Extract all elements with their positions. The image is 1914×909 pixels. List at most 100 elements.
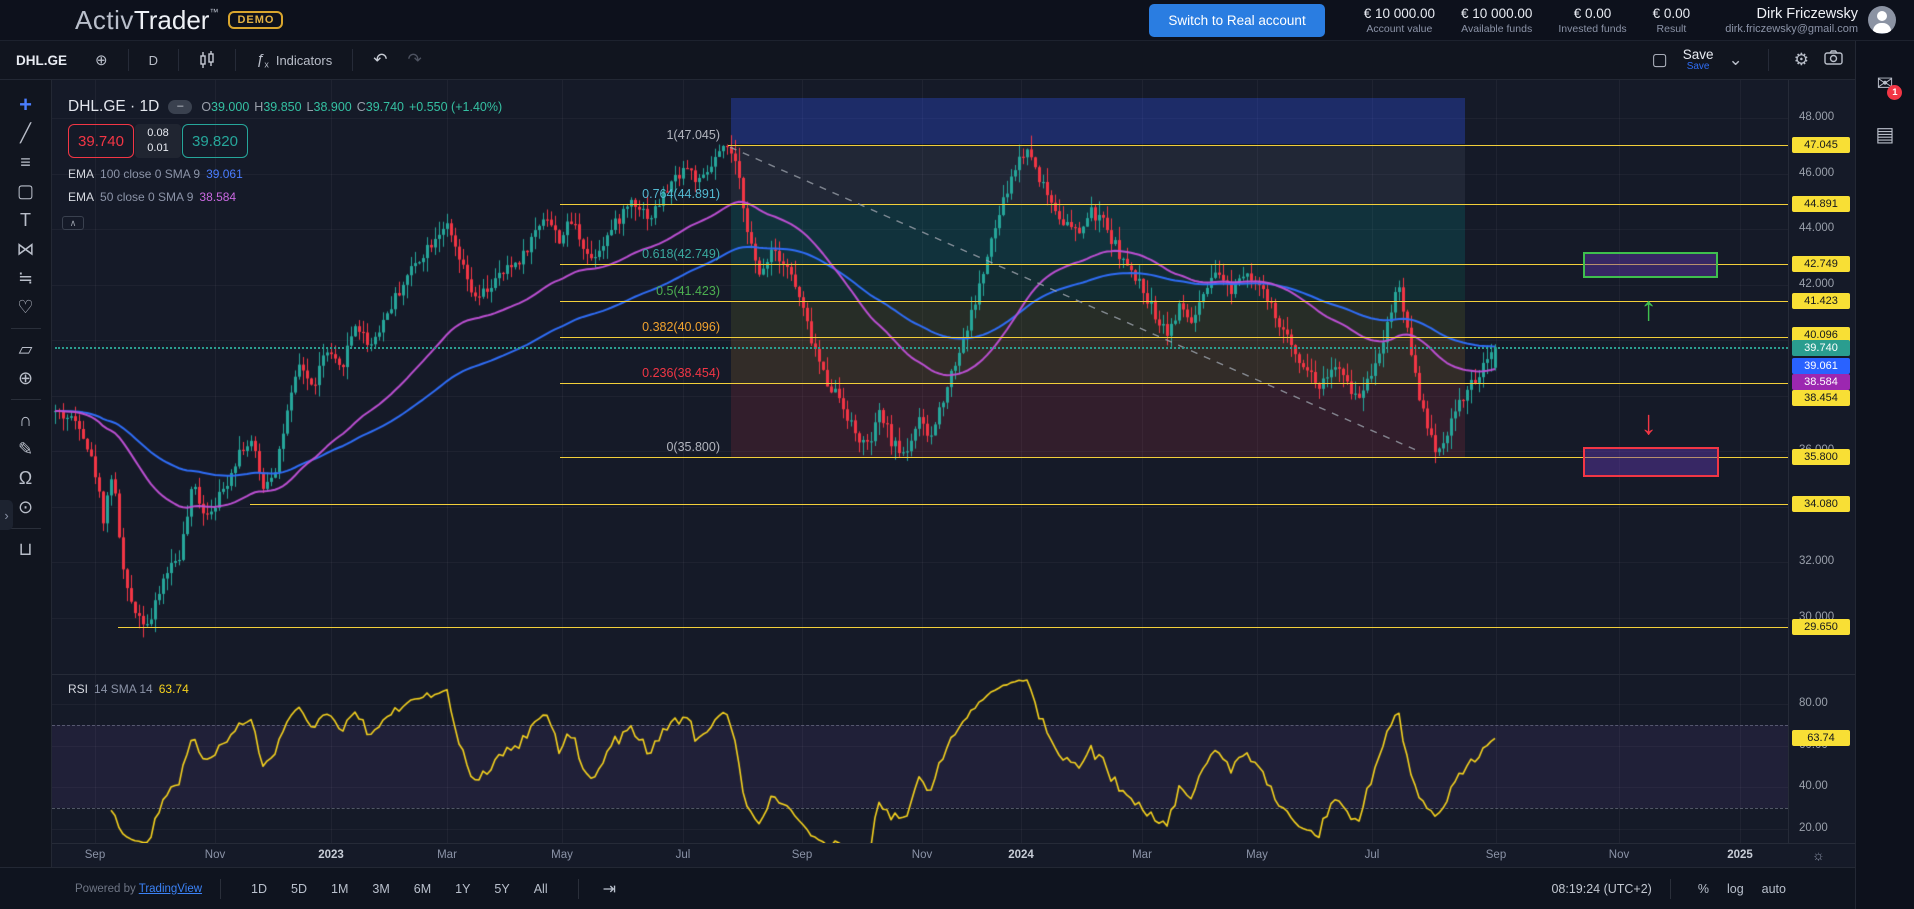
rectangle-drawing[interactable] (1583, 252, 1718, 278)
sell-bid-button[interactable]: 39.740 (68, 124, 134, 158)
price-badge: 35.800 (1792, 449, 1850, 465)
range-button-5y[interactable]: 5Y (494, 882, 509, 896)
tool-zoom-in-icon[interactable]: ⊕ (9, 364, 43, 393)
activtrader-app: ActivTrader™ DEMO Switch to Real account… (0, 0, 1914, 909)
time-axis-label: Nov (900, 849, 944, 861)
layout-select-icon[interactable]: ▢ (1652, 50, 1668, 70)
avatar[interactable] (1868, 6, 1896, 34)
rsi-pane-canvas[interactable] (52, 676, 1788, 843)
price-badge: 38.584 (1792, 374, 1850, 390)
chart-style-button[interactable] (189, 47, 225, 73)
time-axis-label: Sep (73, 849, 117, 861)
time-axis-label: 2024 (999, 849, 1043, 861)
fib-level-label: 0.382(40.096) (560, 320, 720, 334)
pane-divider[interactable] (52, 674, 1855, 675)
tool-favorites-heart-icon[interactable]: ♡ (9, 293, 43, 322)
time-axis-label: May (1235, 849, 1279, 861)
screenshot-camera-icon[interactable] (1824, 50, 1843, 70)
legend-symbol[interactable]: DHL.GE · 1D (68, 98, 159, 116)
time-axis-label: Sep (780, 849, 824, 861)
price-badge: 41.423 (1792, 293, 1850, 309)
chevron-down-icon[interactable]: ⌄ (1729, 50, 1743, 70)
demo-badge: DEMO (228, 11, 283, 29)
user-info: Dirk Friczewsky dirk.friczewsky@gmail.co… (1725, 6, 1858, 35)
tool-lock-icon[interactable]: Ω (9, 464, 43, 493)
switch-to-real-account-button[interactable]: Switch to Real account (1149, 4, 1324, 37)
price-badge: 44.891 (1792, 196, 1850, 212)
tool-prediction-icon[interactable]: ≒ (9, 264, 43, 293)
tradingview-link[interactable]: TradingView (139, 883, 202, 895)
tool-magnet-icon[interactable]: ∩ (9, 406, 43, 435)
news-icon[interactable]: ▤ (1876, 122, 1895, 147)
tool-text-icon[interactable]: T (9, 206, 43, 235)
tool-draw-pencil-icon[interactable]: ✎ (9, 435, 43, 464)
settings-gear-icon[interactable]: ⚙ (1794, 50, 1809, 70)
tool-fib-retracement-icon[interactable]: ≡ (9, 148, 43, 177)
stat-result: € 0.00Result (1653, 6, 1691, 35)
change-value: +0.550 (+1.40%) (409, 100, 502, 114)
arrow-drawing[interactable]: ↓ (1640, 406, 1657, 440)
tool-shapes-icon[interactable]: ▢ (9, 177, 43, 206)
rsi-axis-label: 40.00 (1799, 780, 1828, 792)
tool-ruler-icon[interactable]: ▱ (9, 335, 43, 364)
stat-invested-funds: € 0.00Invested funds (1558, 6, 1626, 35)
app-logo: ActivTrader™ DEMO (75, 5, 283, 36)
legend-collapse-button[interactable]: ∧ (62, 216, 84, 230)
dashed-trendline[interactable] (730, 147, 1415, 449)
time-axis[interactable]: SepNov2023MarMayJulSepNov2024MarMayJulSe… (52, 843, 1855, 867)
camera-icon (1824, 50, 1843, 65)
top-bar: ActivTrader™ DEMO Switch to Real account… (0, 0, 1914, 41)
time-axis-label: 2025 (1718, 849, 1762, 861)
tool-trash-icon[interactable]: ⊔ (9, 535, 43, 564)
price-badge: 38.454 (1792, 390, 1850, 406)
save-button[interactable]: Save Save (1683, 48, 1714, 73)
mail-unread-badge: 1 (1887, 85, 1902, 100)
indicators-button[interactable]: ƒx Indicators (246, 47, 342, 74)
tool-hide-drawings-eye-icon[interactable]: ⊙ (9, 493, 43, 522)
price-badge: 34.080 (1792, 496, 1850, 512)
time-axis-label: Nov (1597, 849, 1641, 861)
fib-level-label: 0.5(41.423) (560, 284, 720, 298)
percent-scale-button[interactable]: % (1698, 882, 1709, 896)
axis-settings-icon[interactable]: ☼ (1812, 847, 1825, 863)
range-button-1y[interactable]: 1Y (455, 882, 470, 896)
range-button-1m[interactable]: 1M (331, 882, 348, 896)
stat-available-funds: € 10 000.00Available funds (1461, 6, 1532, 35)
chart-area[interactable]: 1(47.045)0.764(44.891)0.618(42.749)0.5(4… (52, 80, 1855, 867)
range-button-1d[interactable]: 1D (251, 882, 267, 896)
logo-text: Activ (75, 5, 134, 36)
go-to-date-icon[interactable]: ⇥ (603, 879, 616, 899)
price-axis-label: 46.000 (1799, 167, 1834, 179)
range-button-all[interactable]: All (534, 882, 548, 896)
tool-xabcd-pattern-icon[interactable]: ⋈ (9, 235, 43, 264)
auto-scale-button[interactable]: auto (1762, 882, 1786, 896)
log-scale-button[interactable]: log (1727, 882, 1744, 896)
price-badge: 39.740 (1792, 340, 1850, 356)
time-axis-label: 2023 (309, 849, 353, 861)
range-button-6m[interactable]: 6M (414, 882, 431, 896)
tool-crosshair-icon[interactable]: + (9, 90, 43, 119)
compare-add-button[interactable]: ⊕ (85, 47, 118, 73)
rectangle-drawing[interactable] (1583, 447, 1719, 477)
time-axis-label: Jul (661, 849, 705, 861)
time-axis-label: May (540, 849, 584, 861)
interval-button[interactable]: D (139, 49, 168, 72)
tool-trend-line-icon[interactable]: ╱ (9, 119, 43, 148)
buy-ask-button[interactable]: 39.820 (182, 124, 248, 158)
user-email: dirk.friczewsky@gmail.com (1725, 23, 1858, 35)
redo-button[interactable]: ↷ (397, 46, 431, 74)
time-axis-label: Nov (193, 849, 237, 861)
symbol-label[interactable]: DHL.GE (16, 53, 67, 68)
right-icon-rail: ✉ 1 ▤ (1855, 41, 1914, 909)
range-button-3m[interactable]: 3M (372, 882, 389, 896)
range-button-5d[interactable]: 5D (291, 882, 307, 896)
spread-box: 0.080.01 (135, 124, 181, 158)
powered-by-label: Powered by TradingView (75, 883, 202, 895)
ohlc-values: O39.000 H39.850 L38.900 C39.740 +0.550 (… (201, 100, 502, 114)
legend-minimize-button[interactable]: – (168, 100, 192, 114)
mail-icon[interactable]: ✉ 1 (1877, 71, 1894, 96)
price-axis[interactable]: 48.00046.00044.00042.00036.00032.00030.0… (1788, 80, 1855, 843)
undo-button[interactable]: ↶ (363, 46, 397, 74)
arrow-drawing[interactable]: ↑ (1640, 292, 1657, 326)
sidebar-expander[interactable]: › (0, 500, 13, 530)
